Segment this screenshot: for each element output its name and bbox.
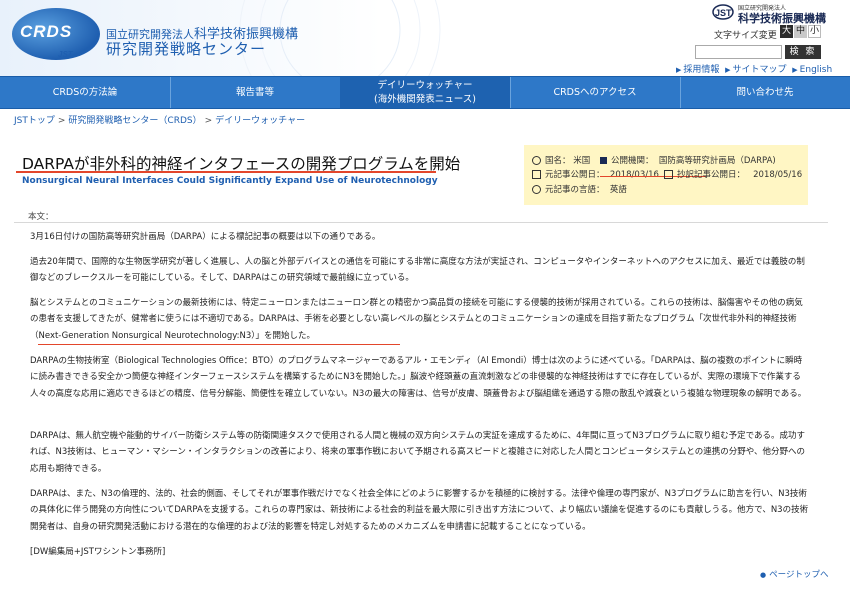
info-excerpt-date-value: 2018/05/16 <box>753 170 803 180</box>
arrow-up-icon: ● <box>760 571 767 579</box>
article-subtitle: Nonsurgical Neural Interfaces Could Sign… <box>22 176 438 186</box>
nav-item-label: 問い合わせ先 <box>736 86 794 98</box>
article-paragraph: 3月16日付けの国防高等研究計画局（DARPA）による標記記事の概要は以下の通り… <box>30 232 381 242</box>
page-top-label: ページトップへ <box>769 570 829 580</box>
breadcrumb-crds[interactable]: 研究開発戦略センター（CRDS） <box>68 116 201 126</box>
util-link-english[interactable]: English <box>800 65 833 75</box>
info-language-value: 英語 <box>609 185 627 195</box>
calendar-icon <box>532 170 541 179</box>
title-underline <box>16 171 436 173</box>
nav-item-access[interactable]: CRDSへのアクセス <box>510 77 681 108</box>
calendar-icon <box>664 170 673 179</box>
language-icon <box>532 185 541 194</box>
util-link-sitemap[interactable]: サイトマップ <box>733 65 787 75</box>
crds-logo-text: CRDS <box>20 22 73 41</box>
util-link-recruit[interactable]: 採用情報 <box>683 65 719 75</box>
nav-item-methodology[interactable]: CRDSの方法論 <box>0 77 171 108</box>
jst-logo-icon: JST <box>712 4 734 20</box>
nav-item-daily-watcher[interactable]: デイリーウォッチャー (海外機関発表ニュース) <box>340 77 511 108</box>
info-excerpt-date-label: 抄訳記事公開日： <box>677 170 746 180</box>
crds-logo-sub: JST <box>58 50 73 59</box>
nav-item-label: CRDSへのアクセス <box>553 86 637 98</box>
globe-icon <box>532 156 541 165</box>
arrow-right-icon: ▶ <box>792 66 798 74</box>
article-info-box: 国名： 米国 公開機関： 国防高等研究計画局（DARPA) 元記事公開日： 20… <box>524 145 808 205</box>
article-paragraph: DARPAの生物技術室（Biological Technologies Offi… <box>30 356 807 399</box>
article-paragraph: 脳とシステムとのコミュニケーションの最新技術には、特定ニューロンまたはニューロン… <box>30 298 803 341</box>
info-agency-value: 国防高等研究計画局（DARPA) <box>658 156 776 166</box>
body-label: 本文： <box>28 212 54 222</box>
breadcrumb-daily-watcher[interactable]: デイリーウォッチャー <box>215 116 305 126</box>
nav-item-label: CRDSの方法論 <box>52 86 118 98</box>
article-paragraph: 過去20年間で、国際的な生物医学研究が著しく進展し、人の脳と外部デバイスとの通信… <box>30 257 805 284</box>
nav-item-contact[interactable]: 問い合わせ先 <box>680 77 850 108</box>
page-top-link[interactable]: ● ページトップへ <box>760 568 828 580</box>
info-orig-date-value: 2018/03/16 <box>609 170 659 180</box>
jst-name: 科学技術振興機構 <box>738 12 826 25</box>
nav-item-label-line1: デイリーウォッチャー <box>377 79 473 91</box>
info-language: 元記事の言語： 英語 <box>532 183 627 195</box>
breadcrumb-jst-top[interactable]: JSTトップ <box>14 116 55 126</box>
program-name-underline <box>38 344 400 345</box>
arrow-right-icon: ▶ <box>676 66 682 74</box>
svg-text:JST: JST <box>715 8 732 18</box>
center-name: 研究開発戦略センター <box>106 40 267 58</box>
main-nav: CRDSの方法論 報告書等 デイリーウォッチャー (海外機関発表ニュース) CR… <box>0 76 850 109</box>
article-paragraph: DARPAは、また、N3の倫理的、法的、社会的側面、そしてそれが軍事作戦だけでな… <box>30 489 809 532</box>
info-country-label: 国名： <box>545 156 571 166</box>
font-small-button[interactable]: 小 <box>808 25 821 38</box>
info-language-label: 元記事の言語： <box>545 185 605 195</box>
nav-item-label: 報告書等 <box>235 86 274 98</box>
info-agency-label: 公開機関： <box>611 156 654 166</box>
breadcrumb-separator: > <box>204 116 213 126</box>
utility-links: ▶ 採用情報 ▶ サイトマップ ▶ English <box>676 62 832 75</box>
breadcrumb-separator: > <box>57 116 66 126</box>
info-orig-date-label: 元記事公開日： <box>545 170 605 180</box>
font-size-label: 文字サイズ変更 <box>714 31 777 41</box>
info-excerpt-date: 抄訳記事公開日： 2018/05/16 <box>664 168 802 180</box>
building-icon <box>600 157 607 164</box>
search-input[interactable] <box>695 45 782 59</box>
info-country: 国名： 米国 <box>532 154 590 166</box>
breadcrumb: JSTトップ > 研究開発戦略センター（CRDS） > デイリーウォッチャー <box>14 113 305 126</box>
info-agency: 公開機関： 国防高等研究計画局（DARPA) <box>600 154 776 166</box>
font-large-button[interactable]: 大 <box>780 25 793 38</box>
arrow-right-icon: ▶ <box>725 66 731 74</box>
jst-logo[interactable]: JST 国立研究開発法人 科学技術振興機構 <box>712 3 832 25</box>
nav-item-reports[interactable]: 報告書等 <box>170 77 341 108</box>
info-country-value: 米国 <box>573 156 591 166</box>
font-mid-button[interactable]: 中 <box>794 25 807 38</box>
info-orig-date: 元記事公開日： 2018/03/16 <box>532 168 659 180</box>
article-credit: [DW編集局+JSTワシントン事務所] <box>30 547 166 557</box>
site-header: CRDS JST 国立研究開発法人科学技術振興機構 研究開発戦略センター JST… <box>0 0 850 76</box>
nav-item-label-line2: (海外機関発表ニュース) <box>374 93 476 105</box>
section-divider <box>14 222 828 223</box>
search-button[interactable]: 検 索 <box>785 45 821 59</box>
article-paragraph: DARPAは、無人航空機や能動的サイバー防衛システム等の防衛関連タスクで使用され… <box>30 431 805 474</box>
